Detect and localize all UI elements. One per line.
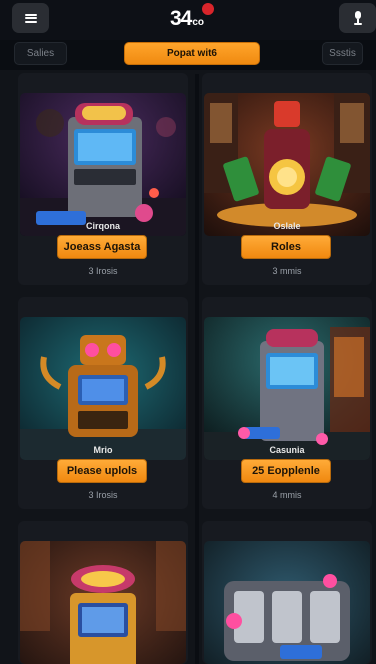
play-button[interactable]: 25 Eopplenle — [241, 459, 331, 483]
category-tabs: Salies Popat wit6 Ssstis — [0, 40, 376, 68]
play-button[interactable]: Please uplols — [57, 459, 147, 483]
game-card[interactable] — [18, 521, 188, 664]
card-title: Casunia — [269, 445, 305, 455]
slot-machine-blue-screen-image — [20, 93, 186, 236]
gold-slot-machine-image — [20, 541, 186, 664]
game-card[interactable]: Mrio Please uplols 3 Irosis — [18, 297, 188, 509]
casino-cards-wheel-image — [204, 93, 370, 236]
hamburger-icon — [24, 13, 37, 23]
game-card[interactable]: Oslale Roles 3 mmis — [202, 73, 372, 285]
card-title: Oslale — [273, 221, 301, 231]
card-meta: 3 Irosis — [88, 490, 118, 500]
card-meta: 4 mmis — [272, 490, 302, 500]
game-card[interactable] — [202, 521, 372, 664]
tab-center-active[interactable]: Popat wit6 — [124, 42, 260, 65]
golden-robot-slot-image — [20, 317, 186, 460]
card-title: Cirqona — [85, 221, 120, 231]
download-icon — [353, 11, 362, 25]
drum-slot-machine-image — [204, 541, 370, 664]
card-meta: 3 mmis — [272, 266, 302, 276]
menu-button[interactable] — [12, 3, 49, 33]
logo-star-icon — [202, 3, 214, 15]
card-meta: 3 Irosis — [88, 266, 118, 276]
game-card[interactable]: Casunia 25 Eopplenle 4 mmis — [202, 297, 372, 509]
logo-subtext: co — [192, 17, 205, 28]
play-button[interactable]: Roles — [241, 235, 331, 259]
logo-text: 34 — [170, 7, 192, 30]
cabinet-slot-machine-image — [204, 317, 370, 460]
play-button[interactable]: Joeass Agasta — [57, 235, 147, 259]
card-title: Mrio — [93, 445, 113, 455]
logo[interactable]: 34 co — [170, 3, 214, 37]
download-button[interactable] — [339, 3, 376, 33]
grid-divider — [195, 74, 199, 664]
game-card[interactable]: Cirqona Joeass Agasta 3 Irosis — [18, 73, 188, 285]
tab-left[interactable]: Salies — [14, 42, 67, 65]
tab-right[interactable]: Ssstis — [322, 42, 363, 65]
top-bar: 34 co — [0, 0, 376, 40]
